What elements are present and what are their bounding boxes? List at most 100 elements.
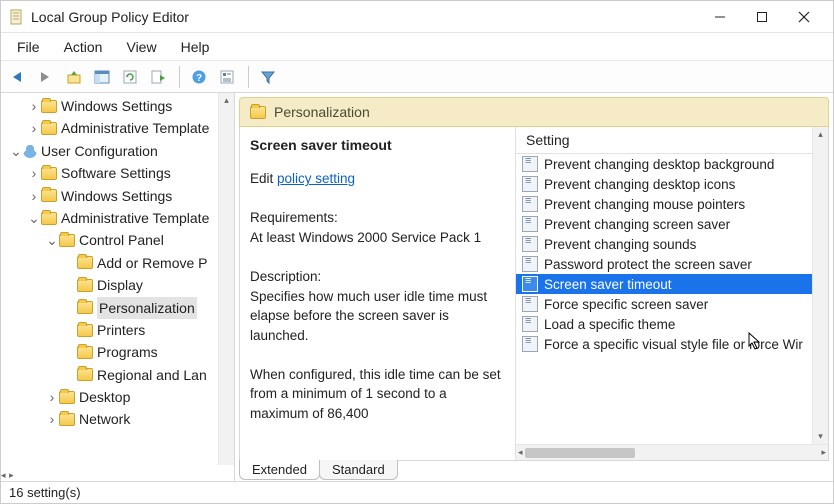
tree-item[interactable]: ⌄Control Panel <box>3 229 234 251</box>
tree-item-label: Windows Settings <box>61 95 172 117</box>
show-hide-button[interactable] <box>89 64 115 90</box>
list-item-label: Prevent changing sounds <box>544 237 696 252</box>
tree-item-label: Add or Remove P <box>97 252 208 274</box>
tree-item[interactable]: Regional and Lan <box>3 364 234 386</box>
setting-icon <box>522 156 538 172</box>
detail-pane: Screen saver timeout Edit policy setting… <box>240 127 516 460</box>
edit-policy-link[interactable]: policy setting <box>277 171 355 186</box>
properties-button[interactable] <box>214 64 240 90</box>
setting-icon <box>522 256 538 272</box>
list-item-label: Screen saver timeout <box>544 277 672 292</box>
setting-icon <box>522 316 538 332</box>
list-item[interactable]: Prevent changing mouse pointers <box>516 194 812 214</box>
menu-file[interactable]: File <box>5 35 52 59</box>
list-item[interactable]: Prevent changing screen saver <box>516 214 812 234</box>
status-text: 16 setting(s) <box>9 485 81 500</box>
list-vertical-scrollbar[interactable]: ▴▾ <box>812 127 828 444</box>
list-item-label: Load a specific theme <box>544 317 675 332</box>
tree-item[interactable]: › Windows Settings <box>3 95 234 117</box>
tab-strip: Extended Standard <box>239 461 829 481</box>
tree-item-label: Regional and Lan <box>97 364 207 386</box>
tree-item[interactable]: › Administrative Template <box>3 117 234 139</box>
help-button[interactable]: ? <box>186 64 212 90</box>
folder-icon <box>41 189 57 202</box>
tree-item[interactable]: ⌄Administrative Template <box>3 207 234 229</box>
list-item[interactable]: Prevent changing sounds <box>516 234 812 254</box>
tree-item-label: User Configuration <box>41 140 158 162</box>
folder-icon <box>41 100 57 113</box>
maximize-button[interactable] <box>741 3 783 31</box>
toolbar: ? <box>1 61 833 93</box>
menu-help[interactable]: Help <box>169 35 222 59</box>
back-button[interactable] <box>5 64 31 90</box>
tree-item[interactable]: Printers <box>3 319 234 341</box>
up-button[interactable] <box>61 64 87 90</box>
list-item-label: Password protect the screen saver <box>544 257 752 272</box>
description-more: When configured, this idle time can be s… <box>250 365 505 424</box>
expand-icon[interactable]: › <box>27 95 41 117</box>
content-header: Personalization <box>239 97 829 127</box>
expand-icon[interactable]: › <box>27 162 41 184</box>
folder-icon <box>77 324 93 337</box>
list-item[interactable]: Load a specific theme <box>516 314 812 334</box>
tree-pane: ›Windows Settings›Administrative Templat… <box>1 93 235 481</box>
tree[interactable]: ›Windows Settings›Administrative Templat… <box>1 93 234 466</box>
expand-icon[interactable]: › <box>27 185 41 207</box>
list-column-header[interactable]: Setting <box>516 127 828 154</box>
list-item-label: Prevent changing desktop background <box>544 157 774 172</box>
folder-icon <box>59 391 75 404</box>
tree-item[interactable]: Personalization <box>3 297 234 319</box>
collapse-icon[interactable]: ⌄ <box>27 207 41 229</box>
close-button[interactable] <box>783 3 825 31</box>
filter-button[interactable] <box>255 64 281 90</box>
collapse-icon[interactable]: ⌄ <box>9 140 23 162</box>
setting-icon <box>522 236 538 252</box>
window-title: Local Group Policy Editor <box>31 9 699 25</box>
list-item-label: Prevent changing screen saver <box>544 217 730 232</box>
minimize-button[interactable] <box>699 3 741 31</box>
tree-item-label: Printers <box>97 319 145 341</box>
list-item[interactable]: Force specific screen saver <box>516 294 812 314</box>
list-item[interactable]: Prevent changing desktop icons <box>516 174 812 194</box>
menu-view[interactable]: View <box>114 35 168 59</box>
tree-item[interactable]: ›Network <box>3 408 234 430</box>
tree-item[interactable]: ⌄ User Configuration <box>3 140 234 162</box>
tree-horizontal-scrollbar[interactable]: ◂ ▸ <box>1 466 234 481</box>
expand-icon[interactable]: › <box>45 408 59 430</box>
content-pane: Personalization Screen saver timeout Edi… <box>235 93 833 481</box>
list-item[interactable]: Password protect the screen saver <box>516 254 812 274</box>
tab-extended[interactable]: Extended <box>239 460 320 480</box>
refresh-button[interactable] <box>117 64 143 90</box>
tree-item-label: Display <box>97 274 143 296</box>
description-text: Specifies how much user idle time must e… <box>250 287 505 346</box>
tree-item[interactable]: Add or Remove P <box>3 252 234 274</box>
setting-icon <box>522 196 538 212</box>
folder-icon <box>77 346 93 359</box>
tree-item[interactable]: Display <box>3 274 234 296</box>
list-item[interactable]: Screen saver timeout <box>516 274 812 294</box>
collapse-icon[interactable]: ⌄ <box>45 229 59 251</box>
tree-item[interactable]: ›Windows Settings <box>3 185 234 207</box>
list-item[interactable]: Prevent changing desktop background <box>516 154 812 174</box>
folder-icon <box>41 212 57 225</box>
folder-icon <box>77 256 93 269</box>
tree-item-label: Administrative Template <box>61 117 209 139</box>
list-horizontal-scrollbar[interactable]: ◂ ▸ <box>516 444 828 460</box>
folder-icon <box>77 301 93 314</box>
toolbar-separator <box>179 66 180 88</box>
tree-item[interactable]: ›Software Settings <box>3 162 234 184</box>
list-pane: Setting Prevent changing desktop backgro… <box>516 127 828 460</box>
setting-icon <box>522 296 538 312</box>
tree-vertical-scrollbar[interactable]: ▴ <box>218 93 234 465</box>
expand-icon[interactable]: › <box>45 386 59 408</box>
menubar: File Action View Help <box>1 33 833 61</box>
export-button[interactable] <box>145 64 171 90</box>
forward-button[interactable] <box>33 64 59 90</box>
main-area: ›Windows Settings›Administrative Templat… <box>1 93 833 481</box>
list-item[interactable]: Force a specific visual style file or fo… <box>516 334 812 354</box>
tree-item[interactable]: ›Desktop <box>3 386 234 408</box>
menu-action[interactable]: Action <box>52 35 115 59</box>
expand-icon[interactable]: › <box>27 117 41 139</box>
tree-item[interactable]: Programs <box>3 341 234 363</box>
tab-standard[interactable]: Standard <box>319 460 398 480</box>
